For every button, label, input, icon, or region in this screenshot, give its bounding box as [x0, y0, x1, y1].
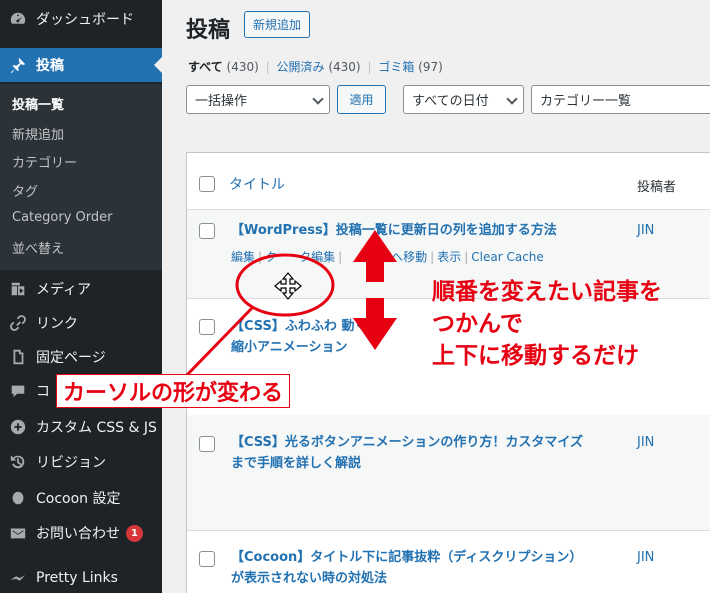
drag-annotation-line2: つかんで [432, 311, 523, 337]
drag-annotation-line3: 上下に移動するだけ [432, 343, 639, 369]
drag-annotation-line1: 順番を変えたい記事を [432, 279, 662, 305]
cursor-shape-annotation: カーソルの形が変わる [56, 374, 291, 408]
drag-up-down-arrow [353, 230, 397, 350]
callout-line [184, 306, 254, 378]
move-cursor-icon [274, 272, 302, 300]
